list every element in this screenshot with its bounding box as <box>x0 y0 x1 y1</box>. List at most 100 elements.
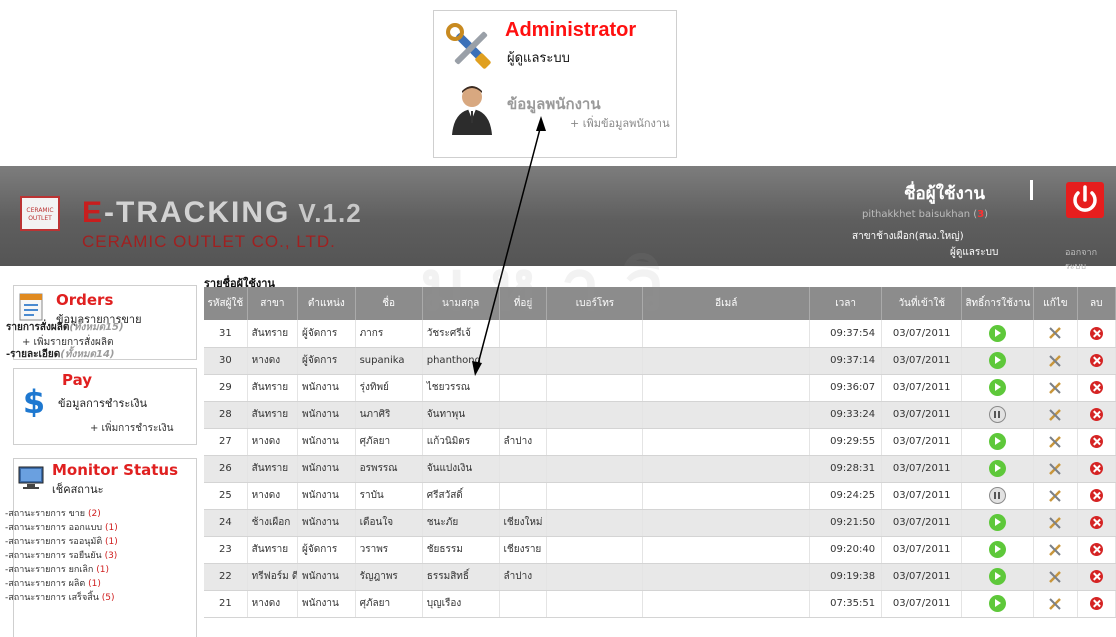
play-icon[interactable] <box>989 324 1007 342</box>
edit-icon[interactable] <box>1047 354 1063 367</box>
surname-cell: จันทาพุน <box>422 401 500 429</box>
status-link[interactable]: -สถานะรายการ ยกเลิก (1) <box>5 562 109 576</box>
edit-icon[interactable] <box>1047 327 1063 340</box>
logout-button[interactable] <box>1066 182 1104 218</box>
pay-title[interactable]: Pay <box>62 371 92 389</box>
edit-icon[interactable] <box>1047 408 1063 421</box>
status-link[interactable]: -สถานะรายการ ขาย (2) <box>5 506 101 520</box>
branch-cell: สันทราย <box>247 455 299 483</box>
page-root: Administrator ผู้ดูแลระบบ ข้อมูลพนักงาน … <box>0 0 1116 637</box>
pause-icon[interactable] <box>989 406 1007 423</box>
status-label[interactable]: -สถานะรายการ รออนุมัติ <box>5 537 102 547</box>
delete-cell <box>1077 590 1116 618</box>
status-label[interactable]: -สถานะรายการ ออกแบบ <box>5 523 102 533</box>
name-cell: รุ่งทิพย์ <box>355 374 423 402</box>
play-icon[interactable] <box>989 379 1007 396</box>
power-icon <box>1073 185 1097 212</box>
address-cell: ลำปาง <box>499 563 548 591</box>
play-icon[interactable] <box>989 595 1007 612</box>
edit-cell <box>1033 428 1078 456</box>
status-link[interactable]: -สถานะรายการ ผลิต (1) <box>5 576 101 590</box>
brand-e: E <box>82 196 105 229</box>
surname-cell: phanthong <box>422 347 500 375</box>
surname-cell: ธรรมสิทธิ์ <box>422 563 500 591</box>
delete-icon[interactable] <box>1089 597 1103 610</box>
edit-icon[interactable] <box>1047 597 1063 610</box>
play-icon[interactable] <box>989 541 1007 558</box>
logout-label[interactable]: ออกจากระบบ <box>1065 245 1116 273</box>
delete-icon[interactable] <box>1089 462 1103 475</box>
edit-icon[interactable] <box>1047 570 1063 583</box>
pause-icon[interactable] <box>989 487 1007 504</box>
delete-icon[interactable] <box>1089 326 1103 340</box>
permission-cell <box>961 482 1035 510</box>
branch-cell: หางดง <box>247 482 299 510</box>
edit-icon[interactable] <box>1047 435 1063 448</box>
date-cell: 03/07/2011 <box>881 320 963 348</box>
add-payment-link[interactable]: + เพิ่มการชำระเงิน <box>90 421 173 436</box>
table-row: 29 สันทราย พนักงาน รุ่งทิพย์ ไชยวรรณ 09:36:07… <box>204 374 1116 402</box>
status-link[interactable]: -สถานะรายการ รออนุมัติ (1) <box>5 534 118 548</box>
address-cell <box>499 347 548 375</box>
user-id-cell: 31 <box>204 320 248 348</box>
branch-cell: หางดง <box>247 347 299 375</box>
delete-icon[interactable] <box>1089 570 1103 583</box>
status-link[interactable]: -สถานะรายการ รอยืนยัน (3) <box>5 548 117 562</box>
name-cell: ศุภัลยา <box>355 428 423 456</box>
delete-icon[interactable] <box>1089 435 1103 448</box>
status-label[interactable]: -สถานะรายการ ผลิต <box>5 579 85 589</box>
delete-cell <box>1077 347 1116 375</box>
production-list-count: (ทั้งหมด15) <box>69 322 124 333</box>
user-id-cell: 26 <box>204 455 248 483</box>
edit-icon[interactable] <box>1047 462 1063 475</box>
monitor-title[interactable]: Monitor Status <box>52 461 178 479</box>
status-label[interactable]: -สถานะรายการ เสร็จสิ้น <box>5 593 99 603</box>
play-icon[interactable] <box>989 460 1007 477</box>
delete-cell <box>1077 428 1116 456</box>
delete-icon[interactable] <box>1089 489 1103 502</box>
play-icon[interactable] <box>989 352 1007 369</box>
orders-title[interactable]: Orders <box>56 291 113 309</box>
delete-icon[interactable] <box>1089 381 1103 394</box>
employee-data-link[interactable]: ข้อมูลพนักงาน <box>507 92 601 116</box>
email-cell <box>642 455 811 483</box>
column-header: สิทธิ์การใช้งาน <box>961 287 1035 320</box>
user-count: 3 <box>977 209 985 220</box>
production-list-link[interactable]: รายการสั่งผลิต(ทั้งหมด15) <box>6 320 124 335</box>
status-label[interactable]: -สถานะรายการ รอยืนยัน <box>5 551 102 561</box>
edit-cell <box>1033 482 1078 510</box>
position-cell: พนักงาน <box>297 482 356 510</box>
play-icon[interactable] <box>989 514 1007 531</box>
delete-cell <box>1077 509 1116 537</box>
user-id-cell: 28 <box>204 401 248 429</box>
phone-cell <box>546 455 644 483</box>
delete-icon[interactable] <box>1089 354 1103 367</box>
add-employee-link[interactable]: + เพิ่มข้อมูลพนักงาน <box>570 114 670 132</box>
status-link[interactable]: -สถานะรายการ ออกแบบ (1) <box>5 520 118 534</box>
status-link[interactable]: -สถานะรายการ เสร็จสิ้น (5) <box>5 590 115 604</box>
edit-icon[interactable] <box>1047 516 1063 529</box>
column-header: ลบ <box>1077 287 1116 320</box>
date-cell: 03/07/2011 <box>881 428 963 456</box>
detail-link[interactable]: -รายละเอียด(ทั้งหมด14) <box>6 347 115 362</box>
branch-cell: สันทราย <box>247 401 299 429</box>
status-label[interactable]: -สถานะรายการ ยกเลิก <box>5 565 93 575</box>
time-cell: 09:24:25 <box>809 482 883 510</box>
play-icon[interactable] <box>989 433 1007 450</box>
detail-label[interactable]: -รายละเอียด <box>6 349 60 360</box>
position-cell: พนักงาน <box>297 374 356 402</box>
delete-icon[interactable] <box>1089 516 1103 529</box>
name-cell: วราพร <box>355 536 423 564</box>
play-icon[interactable] <box>989 568 1007 585</box>
delete-icon[interactable] <box>1089 543 1103 556</box>
status-count: (5) <box>101 593 115 603</box>
surname-cell: ชนะภัย <box>422 509 500 537</box>
edit-icon[interactable] <box>1047 381 1063 394</box>
position-cell: พนักงาน <box>297 428 356 456</box>
production-list-label[interactable]: รายการสั่งผลิต <box>6 322 69 333</box>
edit-icon[interactable] <box>1047 489 1063 502</box>
user-id-cell: 23 <box>204 536 248 564</box>
edit-icon[interactable] <box>1047 543 1063 556</box>
status-label[interactable]: -สถานะรายการ ขาย <box>5 509 85 519</box>
delete-icon[interactable] <box>1089 408 1103 421</box>
